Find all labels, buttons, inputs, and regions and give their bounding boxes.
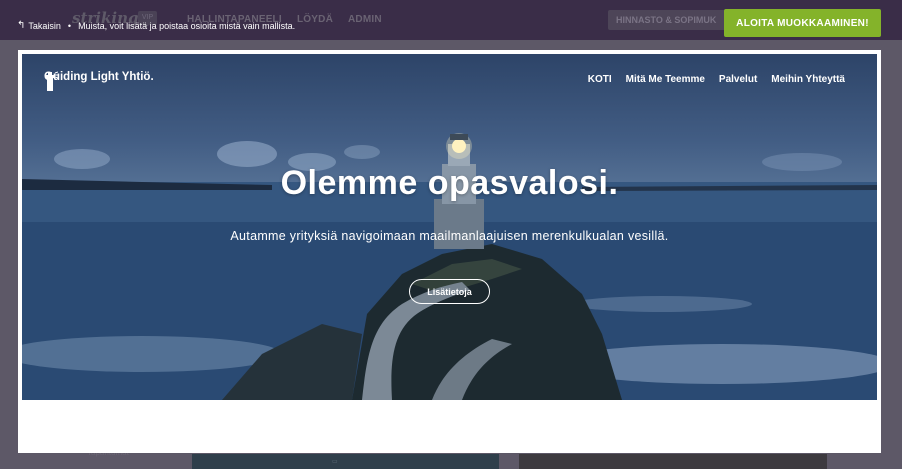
learn-more-button[interactable]: Lisätietoja xyxy=(409,279,490,304)
brand-name: Guiding Light Yhtiö. xyxy=(44,71,154,83)
hero-subtitle: Autamme yrityksiä navigoimaan maailmanla… xyxy=(230,229,669,243)
hero-section: Guiding Light Yhtiö. KOTI Mitä Me Teemme… xyxy=(22,54,877,400)
site-brand[interactable]: Guiding Light Yhtiö. xyxy=(44,71,154,91)
hint-text: Muista, voit lisätä ja poistaa osioita m… xyxy=(78,20,296,31)
template-preview: Guiding Light Yhtiö. KOTI Mitä Me Teemme… xyxy=(18,50,881,453)
template-card[interactable] xyxy=(519,454,827,469)
nav-admin[interactable]: ADMIN xyxy=(348,14,382,25)
template-card[interactable]: ▭ xyxy=(192,454,499,469)
back-link[interactable]: ↰ Takaisin • Muista, voit lisätä ja pois… xyxy=(17,20,295,31)
lighthouse-icon xyxy=(46,71,58,91)
site-nav: KOTI Mitä Me Teemme Palvelut Meihin Yhte… xyxy=(588,74,845,85)
hero-title: Olemme opasvalosi. xyxy=(280,164,619,202)
nav-discover[interactable]: LÖYDÄ xyxy=(297,14,333,25)
lighthouse-background-image xyxy=(22,133,877,400)
nav-item-home[interactable]: KOTI xyxy=(588,74,612,85)
nav-item-what-we-do[interactable]: Mitä Me Teemme xyxy=(626,74,705,85)
nav-item-contact[interactable]: Meihin Yhteyttä xyxy=(771,74,845,85)
back-label: Takaisin xyxy=(28,20,61,31)
card-label: ▭ xyxy=(332,459,338,465)
back-arrow-icon: ↰ xyxy=(17,20,26,31)
nav-item-services[interactable]: Palvelut xyxy=(719,74,757,85)
separator-dot: • xyxy=(67,20,72,31)
start-editing-button[interactable]: ALOITA MUOKKAAMINEN! xyxy=(724,9,881,37)
pricing-button[interactable]: HINNASTO & SOPIMUK xyxy=(608,10,728,30)
